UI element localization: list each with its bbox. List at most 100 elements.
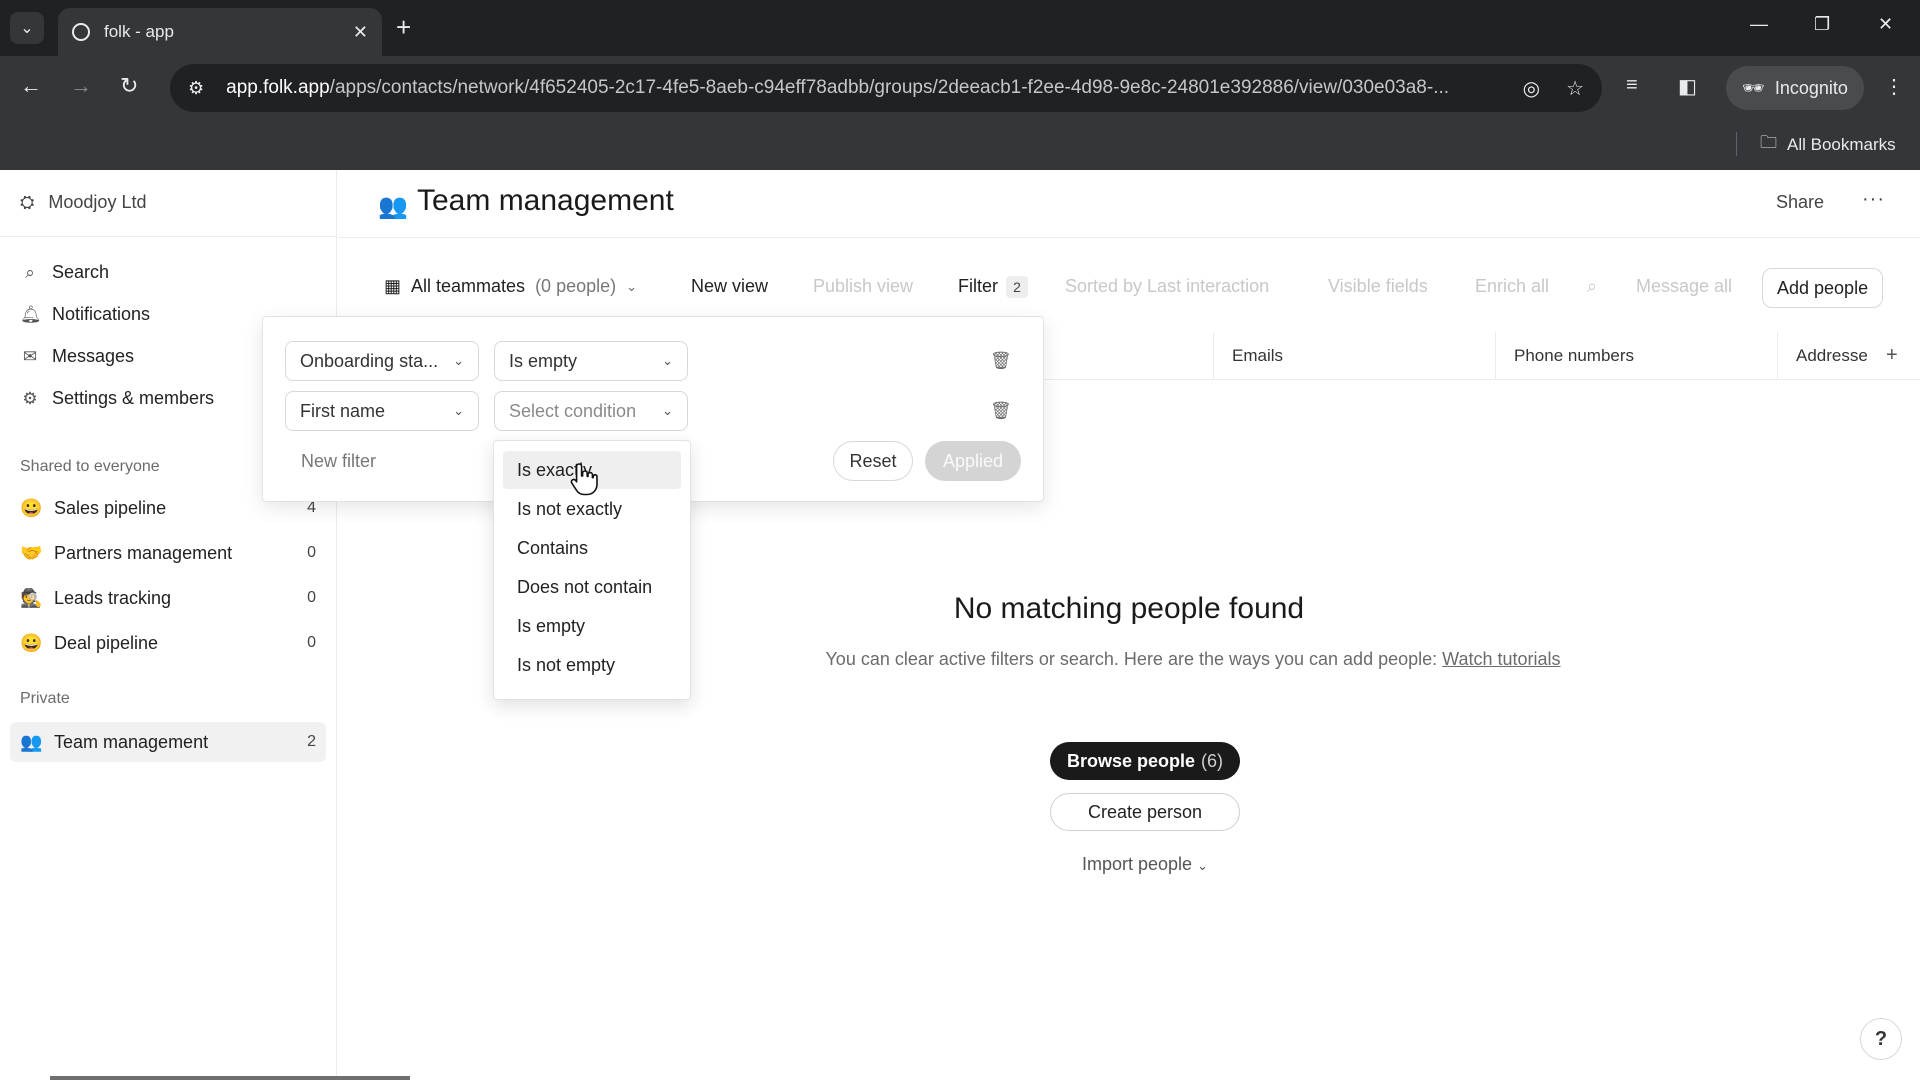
mail-icon: ✉	[22, 346, 38, 366]
section-shared: Shared to everyone	[20, 458, 160, 475]
publish-view-button[interactable]: Publish view	[813, 276, 913, 297]
address-bar[interactable]: ⚙ app.folk.app/apps/contacts/network/4f6…	[170, 64, 1602, 112]
chevron-down-icon: ⌄	[453, 353, 464, 368]
filter-label: Filter	[958, 276, 998, 296]
sidebar-item-deal-pipeline[interactable]: 😀 Deal pipeline 0	[10, 623, 326, 663]
grinning-face-icon: 😀	[20, 632, 43, 653]
all-bookmarks-button[interactable]: 🗀 All Bookmarks	[1760, 130, 1896, 159]
bell-icon: 🔔︎	[20, 304, 42, 324]
menu-kebab-icon[interactable]: ⋮	[1884, 74, 1904, 99]
create-person-button[interactable]: Create person	[1050, 793, 1240, 831]
filter-condition-select[interactable]: Select condition ⌄	[494, 391, 688, 431]
minimize-icon[interactable]: —	[1750, 14, 1768, 35]
reload-icon[interactable]: ↻	[120, 74, 138, 98]
view-selector[interactable]: ▦ All teammates (0 people) ⌄	[384, 276, 637, 297]
sort-button[interactable]: Sorted by Last interaction	[1065, 276, 1269, 297]
group-label: Sales pipeline	[54, 497, 167, 518]
applied-button[interactable]: Applied	[925, 441, 1021, 481]
section-private: Private	[20, 690, 70, 707]
tab-search-button[interactable]: ⌄	[10, 12, 44, 44]
chevron-down-icon: ⌄	[662, 403, 673, 418]
workspace-icon: ⛭	[20, 192, 35, 212]
browser-chrome: ⌄ folk - app ✕ + — ❐ ✕ ← → ↻ ⚙ app.folk.…	[0, 0, 1920, 170]
filter-condition-select[interactable]: Is empty ⌄	[494, 341, 688, 381]
browser-tab[interactable]: folk - app ✕	[58, 8, 382, 56]
sidebar-item-partners-management[interactable]: 🤝 Partners management 0	[10, 533, 326, 573]
import-people-button[interactable]: Import people ⌄	[338, 854, 1920, 875]
sidebar-item-leads-tracking[interactable]: 🕵 Leads tracking 0	[10, 578, 326, 618]
bookmarks-bar: 🗀 All Bookmarks	[0, 122, 1920, 170]
new-view-button[interactable]: New view	[691, 276, 768, 297]
group-count: 0	[307, 589, 316, 606]
sidebar-item-settings[interactable]: ⚙ Settings & members	[20, 388, 214, 409]
filter-field-select[interactable]: First name ⌄	[285, 391, 479, 431]
back-icon[interactable]: ←	[20, 74, 42, 98]
gear-icon: ⚙	[22, 388, 38, 408]
import-label: Import people	[1082, 854, 1193, 874]
group-count: 2	[307, 733, 316, 750]
more-options-button[interactable]: ···	[1862, 188, 1885, 211]
forward-icon[interactable]: →	[70, 74, 92, 98]
column-header-addresses[interactable]: Addresse	[1777, 332, 1877, 380]
reset-button[interactable]: Reset	[833, 441, 913, 481]
incognito-badge[interactable]: 🕶 Incognito	[1726, 66, 1864, 110]
trash-icon[interactable]: 🗑︎	[990, 351, 1012, 371]
empty-state-text: You can clear active filters or search. …	[825, 649, 1438, 669]
trash-icon[interactable]: 🗑︎	[990, 401, 1012, 421]
group-label: Team management	[54, 731, 209, 752]
media-icon[interactable]: ≡	[1626, 74, 1638, 97]
column-header-emails[interactable]: Emails	[1213, 332, 1495, 380]
restore-icon[interactable]: ❐	[1814, 14, 1830, 35]
condition-option[interactable]: Is empty	[503, 607, 681, 645]
close-tab-icon[interactable]: ✕	[353, 22, 368, 43]
detective-icon: 🕵	[20, 587, 43, 608]
filter-field-select[interactable]: Onboarding sta... ⌄	[285, 341, 479, 381]
star-icon[interactable]: ☆	[1566, 76, 1584, 101]
group-count: 0	[307, 544, 316, 561]
browse-people-button[interactable]: Browse people (6)	[1050, 742, 1240, 780]
site-info-icon[interactable]: ⚙	[188, 78, 204, 99]
chevron-down-icon: ⌄	[453, 403, 464, 418]
sidebar-item-messages[interactable]: ✉ Messages	[20, 346, 134, 367]
sidebar-item-search[interactable]: ⌕ Search	[20, 262, 109, 283]
people-icon: 👥	[20, 731, 43, 752]
help-button[interactable]: ?	[1860, 1018, 1902, 1060]
visible-fields-button[interactable]: Visible fields	[1328, 276, 1428, 297]
new-tab-button[interactable]: +	[396, 12, 411, 42]
condition-option[interactable]: Does not contain	[503, 568, 681, 606]
filter-field-label: First name	[300, 400, 386, 421]
group-count: 0	[307, 634, 316, 651]
condition-option[interactable]: Is not empty	[503, 646, 681, 684]
incognito-icon: 🕶	[1742, 77, 1765, 98]
divider	[0, 236, 337, 237]
view-name: All teammates	[411, 276, 526, 296]
grinning-face-icon: 😀	[20, 497, 43, 518]
chevron-down-icon: ⌄	[20, 20, 34, 37]
sidebar-item-label: Search	[52, 262, 110, 282]
page-title: Team management	[417, 184, 674, 217]
side-panel-icon[interactable]: ◧	[1678, 74, 1697, 99]
filter-button[interactable]: Filter 2	[958, 276, 1028, 298]
workspace-switcher[interactable]: ⛭ Moodjoy Ltd	[20, 192, 146, 213]
add-column-icon[interactable]: +	[1886, 344, 1898, 367]
eye-off-icon[interactable]: ◎	[1523, 76, 1540, 101]
add-people-button[interactable]: Add people	[1762, 268, 1884, 308]
watch-tutorials-link[interactable]: Watch tutorials	[1442, 649, 1560, 669]
search-icon[interactable]: ⌕	[1587, 276, 1597, 297]
handshake-icon: 🤝	[20, 542, 43, 563]
filter-condition-label: Is empty	[509, 350, 578, 371]
share-button[interactable]: Share	[1776, 192, 1824, 213]
enrich-all-button[interactable]: Enrich all	[1475, 276, 1549, 297]
sidebar-item-team-management[interactable]: 👥 Team management 2	[10, 722, 326, 762]
column-header-phone-numbers[interactable]: Phone numbers	[1495, 332, 1777, 380]
sidebar-item-notifications[interactable]: 🔔︎ Notifications	[20, 304, 150, 325]
view-count: (0 people)	[535, 276, 617, 296]
table-icon: ▦	[384, 276, 402, 296]
new-filter-button[interactable]: New filter	[301, 451, 376, 472]
condition-option[interactable]: Contains	[503, 529, 681, 567]
close-window-icon[interactable]: ✕	[1878, 14, 1893, 35]
bookmarks-divider	[1736, 132, 1737, 156]
message-all-button[interactable]: Message all	[1636, 276, 1732, 297]
url-text[interactable]: app.folk.app/apps/contacts/network/4f652…	[226, 77, 1496, 99]
favicon-icon	[72, 23, 90, 41]
